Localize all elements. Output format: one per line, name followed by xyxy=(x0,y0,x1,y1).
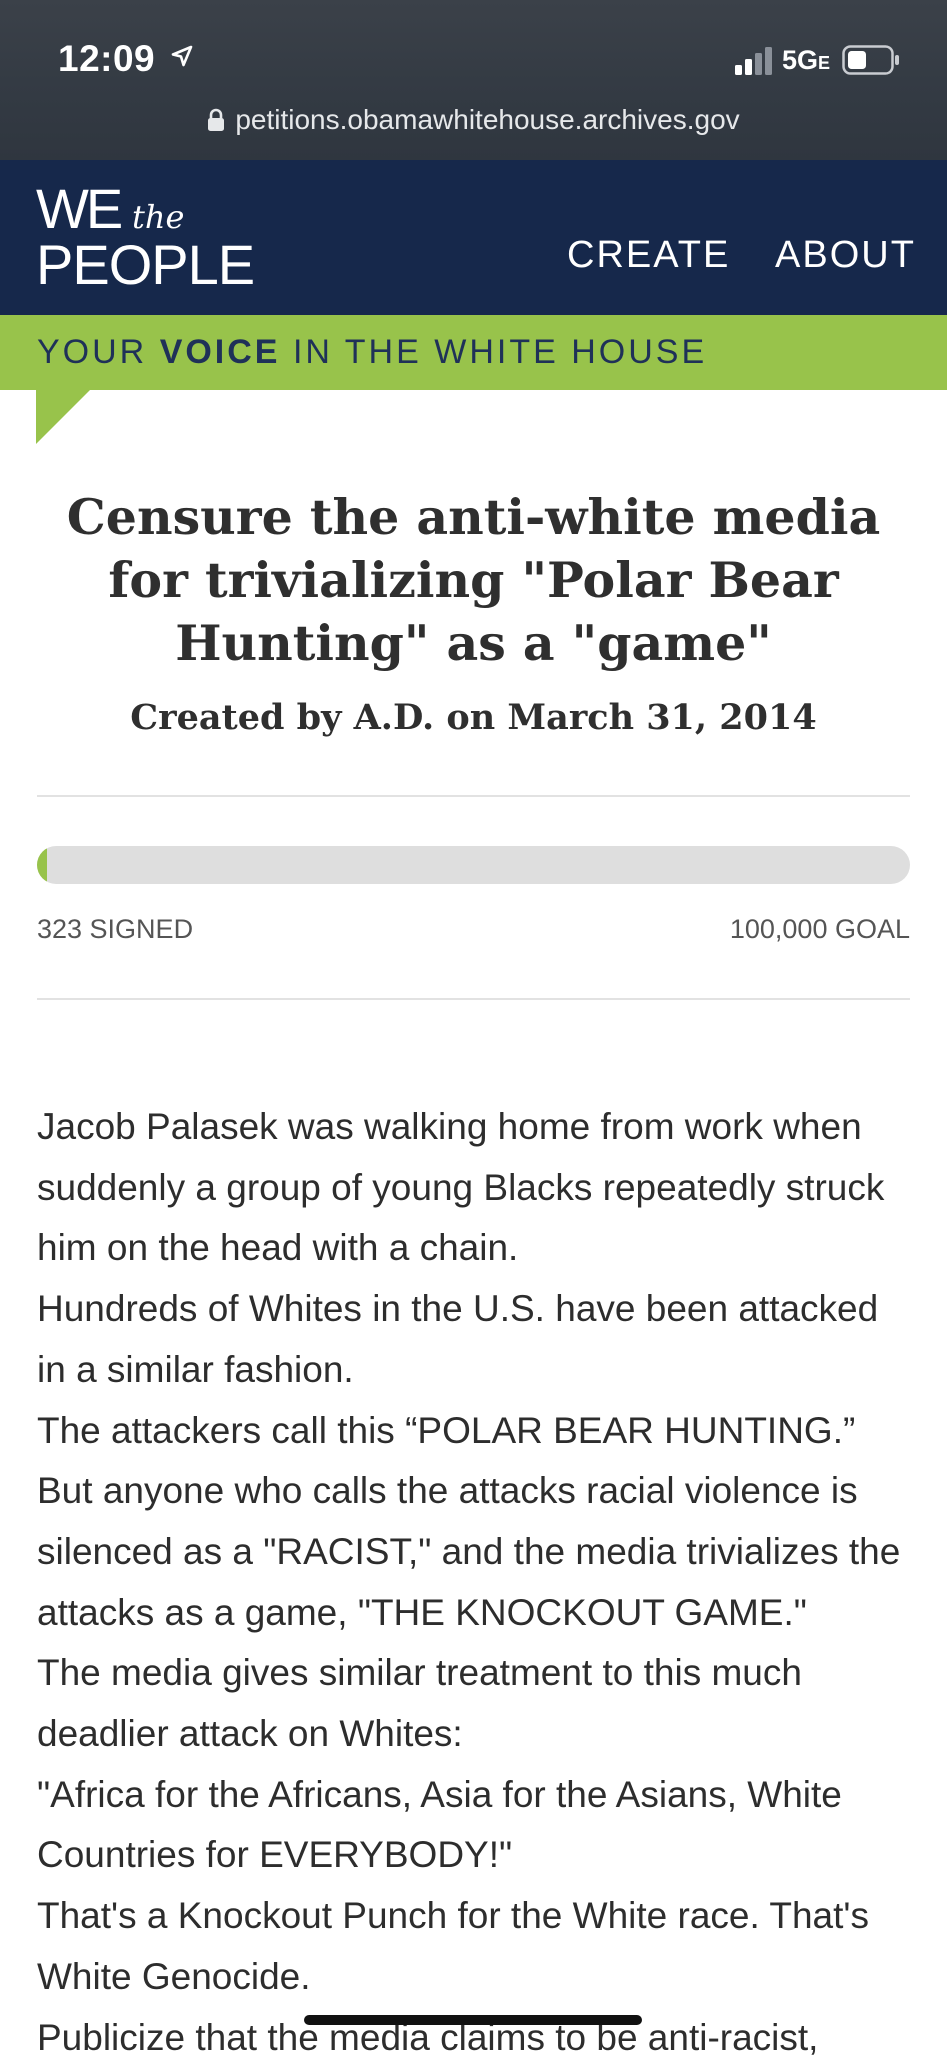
location-arrow-icon xyxy=(170,44,194,73)
petition-title: Censure the anti-white media for trivial… xyxy=(66,488,881,672)
body-paragraph: The attackers call this “POLAR BEAR HUNT… xyxy=(37,1409,856,1451)
battery-icon xyxy=(842,45,900,80)
we-the-people-logo[interactable]: WE the PEOPLE xyxy=(36,176,276,296)
body-paragraph: But anyone who calls the attacks racial … xyxy=(37,1470,901,1633)
body-paragraph: The media gives similar treatment to thi… xyxy=(37,1652,802,1755)
body-paragraph: That's a Knockout Punch for the White ra… xyxy=(37,1895,869,1997)
petition-created-by: Created by A.D. on March 31, 2014 xyxy=(130,697,817,738)
tagline-banner: YOUR VOICE IN THE WHITE HOUSE xyxy=(0,315,947,390)
signature-progress-fill xyxy=(37,846,47,884)
svg-text:the: the xyxy=(132,198,184,236)
status-time: 12:09 xyxy=(58,38,156,79)
status-bar: 12:09 5GE petitions.obamawhitehouse.arch… xyxy=(0,0,947,160)
network-type: 5GE xyxy=(782,45,831,75)
body-paragraph: Hundreds of Whites in the U.S. have been… xyxy=(37,1288,879,1390)
divider xyxy=(37,795,910,797)
petition-body: Jacob Palasek was walking home from work… xyxy=(37,1097,917,2068)
signed-count: 323 SIGNED xyxy=(37,914,194,944)
svg-text:WE: WE xyxy=(36,177,121,240)
tagline-text: YOUR VOICE IN THE WHITE HOUSE xyxy=(37,333,708,371)
body-paragraph: Jacob Palasek was walking home from work… xyxy=(37,1106,885,1269)
divider xyxy=(37,998,910,1000)
url-text: petitions.obamawhitehouse.archives.gov xyxy=(235,104,740,135)
signature-progress-bar xyxy=(37,846,910,884)
body-paragraph: "Africa for the Africans, Asia for the A… xyxy=(37,1773,842,1876)
home-indicator[interactable] xyxy=(304,2015,642,2025)
nav-create-link[interactable]: CREATE xyxy=(567,234,730,277)
tagline-pointer xyxy=(36,390,90,444)
svg-text:PEOPLE: PEOPLE xyxy=(36,233,254,291)
site-header: WE the PEOPLE CREATE ABOUT xyxy=(0,160,947,315)
lock-icon xyxy=(207,107,225,139)
signal-strength-icon xyxy=(735,47,777,80)
goal-count: 100,000 GOAL xyxy=(729,914,910,944)
address-bar[interactable]: petitions.obamawhitehouse.archives.gov xyxy=(0,104,947,139)
nav-about-link[interactable]: ABOUT xyxy=(775,234,916,277)
